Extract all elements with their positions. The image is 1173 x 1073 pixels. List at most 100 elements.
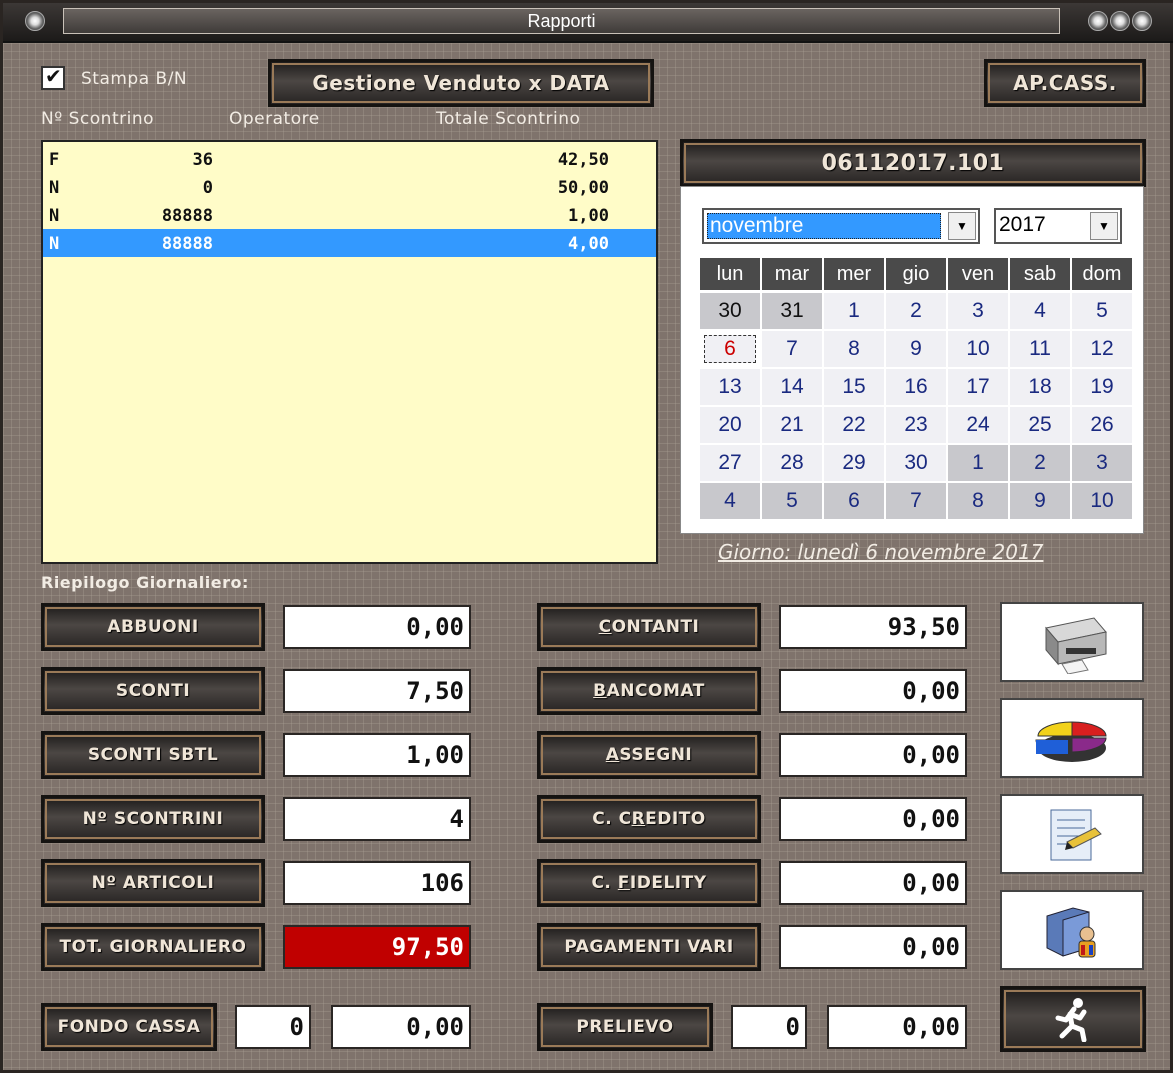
carta-fidelity-prefix: C. bbox=[591, 873, 618, 893]
sconti-button[interactable]: SCONTI bbox=[41, 667, 265, 715]
list-item[interactable]: F 36 42,50 bbox=[43, 145, 656, 173]
calendar-day[interactable]: 15 bbox=[824, 369, 884, 405]
calendar-day-other-month[interactable]: 9 bbox=[1010, 483, 1070, 519]
sconti-sbtl-value: 1,00 bbox=[283, 733, 471, 777]
receipt-total: 4,00 bbox=[568, 234, 609, 254]
list-item-selected[interactable]: N 88888 4,00 bbox=[43, 229, 656, 257]
date-code-button[interactable]: 06112017.101 bbox=[680, 139, 1146, 187]
calendar-day[interactable]: 6 bbox=[704, 335, 756, 363]
col-header-totale: Totale Scontrino bbox=[436, 109, 581, 129]
user-button[interactable] bbox=[1000, 890, 1144, 970]
calendar-day[interactable]: 24 bbox=[948, 407, 1008, 443]
sconti-sbtl-button[interactable]: SCONTI SBTL bbox=[41, 731, 265, 779]
calendar-day[interactable]: 2 bbox=[886, 293, 946, 329]
ap-cass-button[interactable]: AP.CASS. bbox=[984, 59, 1146, 107]
prelievo-value[interactable]: 0,00 bbox=[827, 1005, 967, 1049]
calendar-day[interactable]: 4 bbox=[1010, 293, 1070, 329]
calendar-day-other-month[interactable]: 8 bbox=[948, 483, 1008, 519]
exit-button[interactable] bbox=[1000, 986, 1146, 1052]
calendar-day[interactable]: 5 bbox=[1072, 293, 1132, 329]
calendar-day[interactable]: 21 bbox=[762, 407, 822, 443]
carta-credito-value: 0,00 bbox=[779, 797, 967, 841]
list-item[interactable]: N 88888 1,00 bbox=[43, 201, 656, 229]
calendar-day-other-month[interactable]: 7 bbox=[886, 483, 946, 519]
contanti-value: 93,50 bbox=[779, 605, 967, 649]
calendar-day[interactable]: 12 bbox=[1072, 331, 1132, 367]
fondo-cassa-count[interactable]: 0 bbox=[235, 1005, 311, 1049]
calendar-day[interactable]: 10 bbox=[948, 331, 1008, 367]
bancomat-button[interactable]: B ANCOMAT bbox=[537, 667, 761, 715]
calendar-day-other-month[interactable]: 30 bbox=[700, 293, 760, 329]
calendar-day[interactable]: 17 bbox=[948, 369, 1008, 405]
chart-button[interactable] bbox=[1000, 698, 1144, 778]
prelievo-count[interactable]: 0 bbox=[731, 1005, 807, 1049]
abbuoni-button[interactable]: ABBUONI bbox=[41, 603, 265, 651]
calendar-day-other-month[interactable]: 6 bbox=[824, 483, 884, 519]
assegni-button[interactable]: A SSEGNI bbox=[537, 731, 761, 779]
num-articoli-button[interactable]: Nº ARTICOLI bbox=[41, 859, 265, 907]
gestione-venduto-button[interactable]: Gestione Venduto x DATA bbox=[268, 59, 654, 107]
calendar-day[interactable]: 9 bbox=[886, 331, 946, 367]
pagamenti-vari-button[interactable]: PAGAMENTI VARI bbox=[537, 923, 761, 971]
calendar-day-other-month[interactable]: 2 bbox=[1010, 445, 1070, 481]
chevron-down-icon[interactable]: ▼ bbox=[1090, 212, 1118, 240]
calendar-day[interactable]: 27 bbox=[700, 445, 760, 481]
notes-button[interactable] bbox=[1000, 794, 1144, 874]
calendar-day[interactable]: 26 bbox=[1072, 407, 1132, 443]
calendar-day[interactable]: 19 bbox=[1072, 369, 1132, 405]
calendar-day[interactable]: 13 bbox=[700, 369, 760, 405]
fondo-cassa-button[interactable]: FONDO CASSA bbox=[41, 1003, 217, 1051]
chevron-down-icon[interactable]: ▼ bbox=[948, 212, 976, 240]
bancomat-hotkey: B bbox=[593, 681, 607, 701]
print-button[interactable] bbox=[1000, 602, 1144, 682]
receipt-list[interactable]: F 36 42,50 N 0 50,00 N 88888 1,00 N 8888… bbox=[41, 140, 658, 564]
calendar-day-other-month[interactable]: 1 bbox=[948, 445, 1008, 481]
assegni-value: 0,00 bbox=[779, 733, 967, 777]
calendar-day[interactable]: 14 bbox=[762, 369, 822, 405]
calendar-day[interactable]: 11 bbox=[1010, 331, 1070, 367]
window-title: Rapporti bbox=[527, 11, 596, 31]
calendar-day-other-month[interactable]: 3 bbox=[1072, 445, 1132, 481]
calendar-day[interactable]: 25 bbox=[1010, 407, 1070, 443]
system-menu-icon[interactable] bbox=[25, 11, 45, 31]
prelievo-button[interactable]: PRELIEVO bbox=[537, 1003, 713, 1051]
calendar-day[interactable]: 1 bbox=[824, 293, 884, 329]
calendar-day[interactable]: 30 bbox=[886, 445, 946, 481]
carta-credito-button[interactable]: C. C R EDITO bbox=[537, 795, 761, 843]
minimize-icon[interactable] bbox=[1088, 11, 1108, 31]
calendar-day-other-month[interactable]: 4 bbox=[700, 483, 760, 519]
year-select[interactable]: 2017 ▼ bbox=[994, 208, 1122, 244]
contanti-button[interactable]: C ONTANTI bbox=[537, 603, 761, 651]
weekday-mer: mer bbox=[824, 258, 884, 290]
close-icon[interactable] bbox=[1132, 11, 1152, 31]
selected-day-label: Giorno: lunedì 6 novembre 2017 bbox=[718, 540, 1044, 564]
month-select[interactable]: novembre ▼ bbox=[702, 208, 980, 244]
calendar-day[interactable]: 23 bbox=[886, 407, 946, 443]
calendar-day[interactable]: 16 bbox=[886, 369, 946, 405]
calendar-day-other-month[interactable]: 5 bbox=[762, 483, 822, 519]
weekday-mar: mar bbox=[762, 258, 822, 290]
tot-giornaliero-button[interactable]: TOT. GIORNALIERO bbox=[41, 923, 265, 971]
calendar-day[interactable]: 3 bbox=[948, 293, 1008, 329]
calendar-day-other-month[interactable]: 10 bbox=[1072, 483, 1132, 519]
stampa-bn-checkbox[interactable]: ✔ bbox=[41, 64, 65, 90]
calendar-day[interactable]: 20 bbox=[700, 407, 760, 443]
calendar-day-other-month[interactable]: 31 bbox=[762, 293, 822, 329]
list-item[interactable]: N 0 50,00 bbox=[43, 173, 656, 201]
col-header-scontrino: Nº Scontrino bbox=[41, 109, 154, 129]
calendar-day[interactable]: 7 bbox=[762, 331, 822, 367]
fondo-cassa-value[interactable]: 0,00 bbox=[331, 1005, 471, 1049]
calendar-day[interactable]: 8 bbox=[824, 331, 884, 367]
title-panel: Rapporti bbox=[63, 8, 1060, 34]
receipt-type: N bbox=[49, 178, 60, 198]
carta-fidelity-value: 0,00 bbox=[779, 861, 967, 905]
maximize-icon[interactable] bbox=[1110, 11, 1130, 31]
carta-fidelity-hotkey: F bbox=[617, 873, 630, 893]
contanti-label: ONTANTI bbox=[611, 617, 700, 637]
carta-fidelity-button[interactable]: C. F IDELITY bbox=[537, 859, 761, 907]
calendar-day[interactable]: 29 bbox=[824, 445, 884, 481]
calendar-day[interactable]: 22 bbox=[824, 407, 884, 443]
calendar-day[interactable]: 18 bbox=[1010, 369, 1070, 405]
num-scontrini-button[interactable]: Nº SCONTRINI bbox=[41, 795, 265, 843]
calendar-day[interactable]: 28 bbox=[762, 445, 822, 481]
